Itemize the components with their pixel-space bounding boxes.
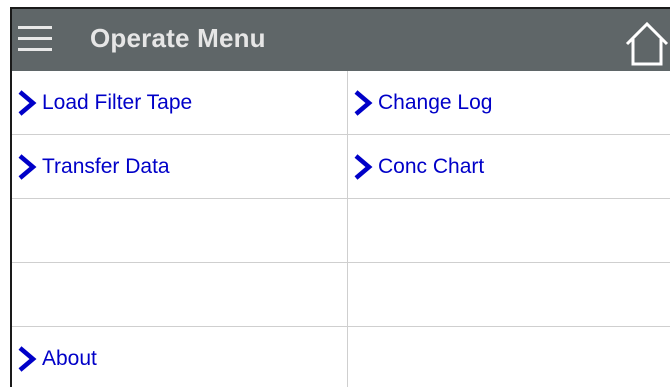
chevron-right-icon	[354, 89, 373, 116]
menu-item-label: About	[42, 347, 97, 370]
hamburger-menu-icon[interactable]	[18, 26, 52, 52]
menu-grid: Load Filter Tape Change Log Transfer Dat…	[12, 71, 670, 387]
menu-item-load-filter-tape[interactable]: Load Filter Tape	[12, 71, 348, 135]
menu-item-transfer-data[interactable]: Transfer Data	[12, 135, 348, 199]
menu-cell-empty	[348, 327, 670, 387]
menu-item-conc-chart[interactable]: Conc Chart	[348, 135, 670, 199]
page-title: Operate Menu	[90, 23, 266, 53]
home-icon[interactable]	[624, 20, 670, 66]
menu-item-label: Conc Chart	[378, 154, 485, 178]
chevron-right-icon	[18, 89, 37, 116]
menu-item-change-log[interactable]: Change Log	[348, 71, 670, 135]
menu-cell-empty	[12, 199, 348, 263]
menu-item-about[interactable]: About	[12, 327, 348, 387]
menu-cell-empty	[12, 263, 348, 327]
chevron-right-icon	[18, 346, 37, 372]
title-bar: Operate Menu	[12, 9, 670, 71]
menu-item-label: Change Log	[378, 90, 493, 114]
chevron-right-icon	[354, 153, 373, 180]
menu-item-label: Transfer Data	[42, 154, 170, 178]
chevron-right-icon	[18, 153, 37, 180]
menu-cell-empty	[348, 263, 670, 327]
menu-item-label: Load Filter Tape	[42, 90, 193, 114]
operate-menu-window: Operate Menu Load Filter Tape Change Log…	[10, 7, 670, 387]
menu-cell-empty	[348, 199, 670, 263]
